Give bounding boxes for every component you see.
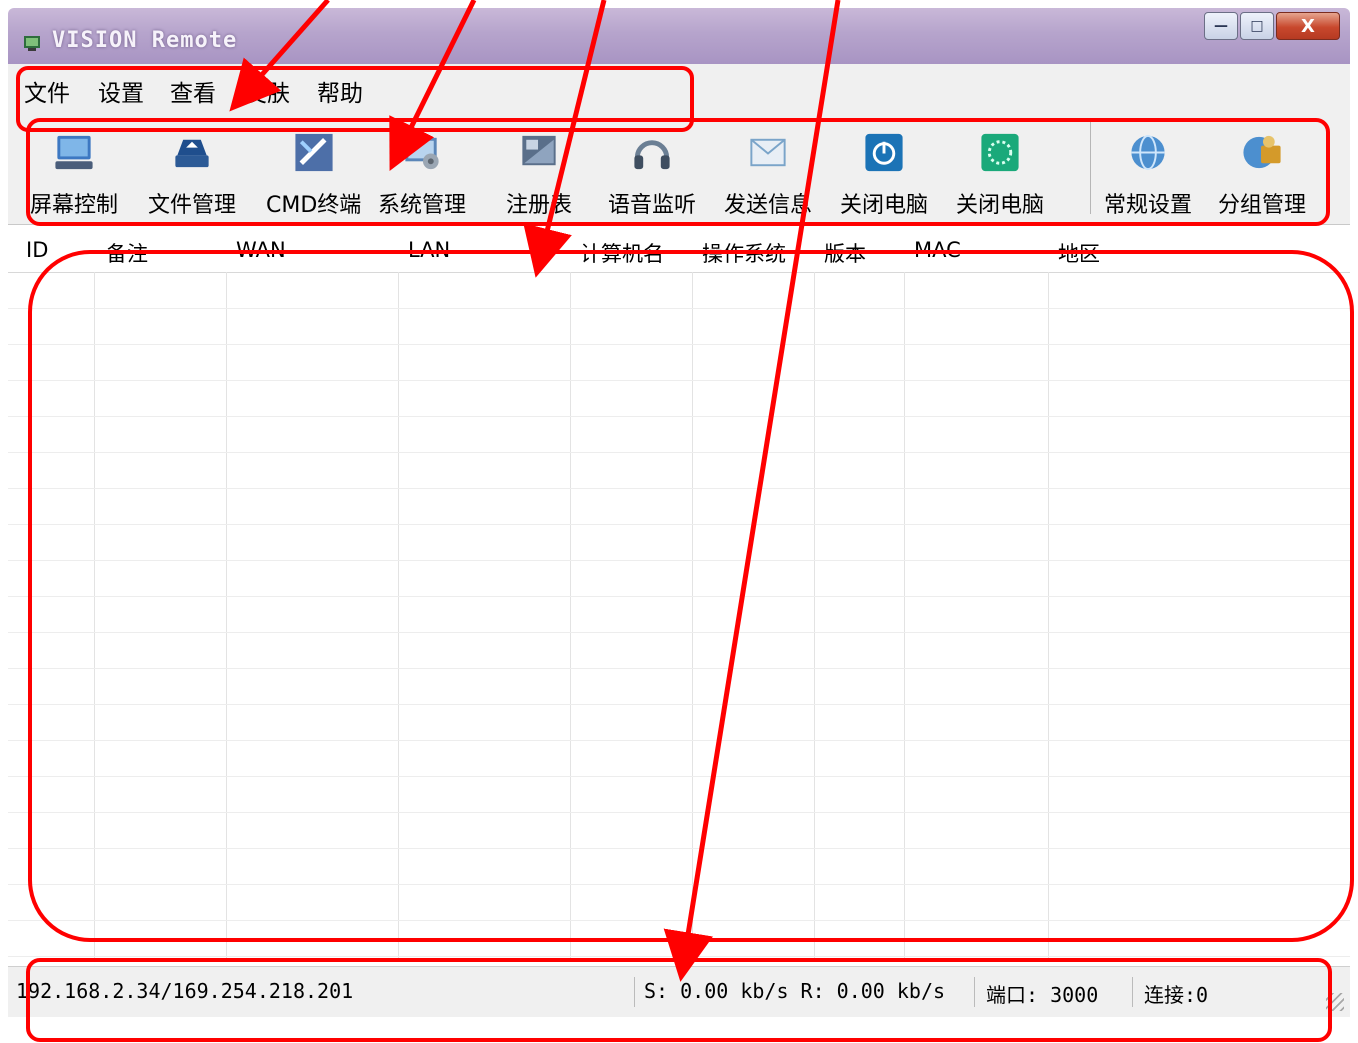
row-divider: [8, 524, 1350, 525]
status-ip: 192.168.2.34/169.254.218.201: [16, 979, 354, 1003]
tool-label: 注册表: [506, 193, 573, 218]
cmd-terminal-icon: [295, 133, 333, 172]
system-manager-icon: [405, 137, 439, 170]
column-header-remark[interactable]: 备注: [106, 238, 148, 268]
send-message-button[interactable]: 发送信息: [724, 124, 812, 219]
resize-grip[interactable]: [1326, 993, 1344, 1011]
menu-help[interactable]: 帮助: [317, 74, 363, 108]
row-divider: [8, 668, 1350, 669]
row-divider: [8, 920, 1350, 921]
column-header-id[interactable]: ID: [26, 238, 48, 262]
window-title: VISION Remote: [52, 28, 238, 53]
status-port: 端口: 3000: [986, 983, 1099, 1007]
column-header-os[interactable]: 操作系统: [702, 238, 786, 268]
tool-label: 关闭电脑: [956, 193, 1045, 218]
minimize-icon: —: [1214, 18, 1228, 34]
column-header-version[interactable]: 版本: [824, 238, 866, 268]
registry-button[interactable]: 注册表: [506, 124, 572, 219]
status-separator: [1132, 977, 1133, 1007]
tool-label: 关闭电脑: [840, 193, 929, 218]
close-button[interactable]: X: [1276, 12, 1340, 40]
system-manager-button[interactable]: 系统管理: [378, 124, 466, 219]
row-divider: [8, 488, 1350, 489]
row-divider: [8, 956, 1350, 957]
column-divider: [1048, 272, 1049, 962]
column-divider: [94, 272, 95, 962]
table-header: ID 备注 WAN LAN 计算机名 操作系统 版本 MAC 地区: [8, 232, 1350, 273]
headphones-icon: [634, 140, 670, 170]
general-settings-button[interactable]: 常规设置: [1104, 124, 1192, 219]
toolbar: 屏幕控制 文件管理 CMD终端 系统管理 注册表 语音监听 发送信息 关闭电脑 …: [8, 114, 1350, 225]
row-divider: [8, 308, 1350, 309]
tool-label: 文件管理: [148, 193, 237, 218]
tool-label: 屏幕控制: [30, 193, 119, 218]
registry-icon: [522, 135, 556, 166]
close-icon: X: [1301, 15, 1315, 37]
menu-view[interactable]: 查看: [170, 74, 216, 108]
column-divider: [570, 272, 571, 962]
maximize-button[interactable]: □: [1240, 12, 1274, 40]
column-header-region[interactable]: 地区: [1058, 238, 1100, 268]
tool-label: 常规设置: [1104, 193, 1193, 218]
minimize-button[interactable]: —: [1204, 12, 1238, 40]
row-divider: [8, 740, 1350, 741]
column-divider: [814, 272, 815, 962]
row-divider: [8, 848, 1350, 849]
tool-label: CMD终端: [266, 193, 362, 218]
restart-button[interactable]: 关闭电脑: [956, 124, 1044, 219]
app-icon: [24, 36, 40, 51]
client-list[interactable]: ID 备注 WAN LAN 计算机名 操作系统 版本 MAC 地区: [8, 232, 1350, 962]
column-header-wan[interactable]: WAN: [236, 238, 286, 262]
tool-label: 分组管理: [1218, 193, 1307, 218]
shutdown-button[interactable]: 关闭电脑: [840, 124, 928, 219]
screen-control-button[interactable]: 屏幕控制: [30, 124, 118, 219]
status-separator: [974, 977, 975, 1007]
message-icon: [750, 138, 786, 167]
row-divider: [8, 596, 1350, 597]
row-divider: [8, 776, 1350, 777]
menu-file[interactable]: 文件: [24, 74, 70, 108]
column-divider: [226, 272, 227, 962]
settings-globe-icon: [1131, 134, 1165, 171]
file-manager-button[interactable]: 文件管理: [148, 124, 236, 219]
voice-monitor-button[interactable]: 语音监听: [608, 124, 696, 219]
row-divider: [8, 560, 1350, 561]
tool-label: 语音监听: [608, 193, 697, 218]
menu-bar: 文件 设置 查看 皮肤 帮助: [8, 64, 1350, 114]
column-divider: [692, 272, 693, 962]
toolbar-separator: [1090, 122, 1091, 214]
column-divider: [904, 272, 905, 962]
row-divider: [8, 380, 1350, 381]
tool-label: 发送信息: [724, 193, 813, 218]
monitor-icon: [55, 135, 93, 170]
row-divider: [8, 416, 1350, 417]
menu-skin[interactable]: 皮肤: [244, 74, 290, 108]
cmd-terminal-button[interactable]: CMD终端: [266, 124, 361, 219]
status-connections: 连接:0: [1144, 983, 1209, 1007]
row-divider: [8, 452, 1350, 453]
column-header-computer-name[interactable]: 计算机名: [580, 238, 664, 268]
row-divider: [8, 704, 1350, 705]
group-manager-icon: [1243, 135, 1281, 169]
file-manager-icon: [175, 139, 209, 168]
title-bar: VISION Remote — □ X: [8, 8, 1350, 64]
power-icon: [865, 133, 903, 172]
column-header-lan[interactable]: LAN: [408, 238, 450, 262]
restart-icon: [981, 133, 1019, 172]
status-bar: 192.168.2.34/169.254.218.201 S: 0.00 kb/…: [8, 966, 1350, 1017]
status-speed: S: 0.00 kb/s R: 0.00 kb/s: [644, 979, 946, 1003]
row-divider: [8, 344, 1350, 345]
menu-settings[interactable]: 设置: [98, 74, 144, 108]
group-manager-button[interactable]: 分组管理: [1218, 124, 1306, 219]
row-divider: [8, 884, 1350, 885]
maximize-icon: □: [1250, 18, 1264, 34]
row-divider: [8, 632, 1350, 633]
row-divider: [8, 812, 1350, 813]
status-separator: [634, 977, 635, 1007]
column-divider: [398, 272, 399, 962]
tool-label: 系统管理: [378, 193, 467, 218]
column-header-mac[interactable]: MAC: [914, 238, 961, 262]
